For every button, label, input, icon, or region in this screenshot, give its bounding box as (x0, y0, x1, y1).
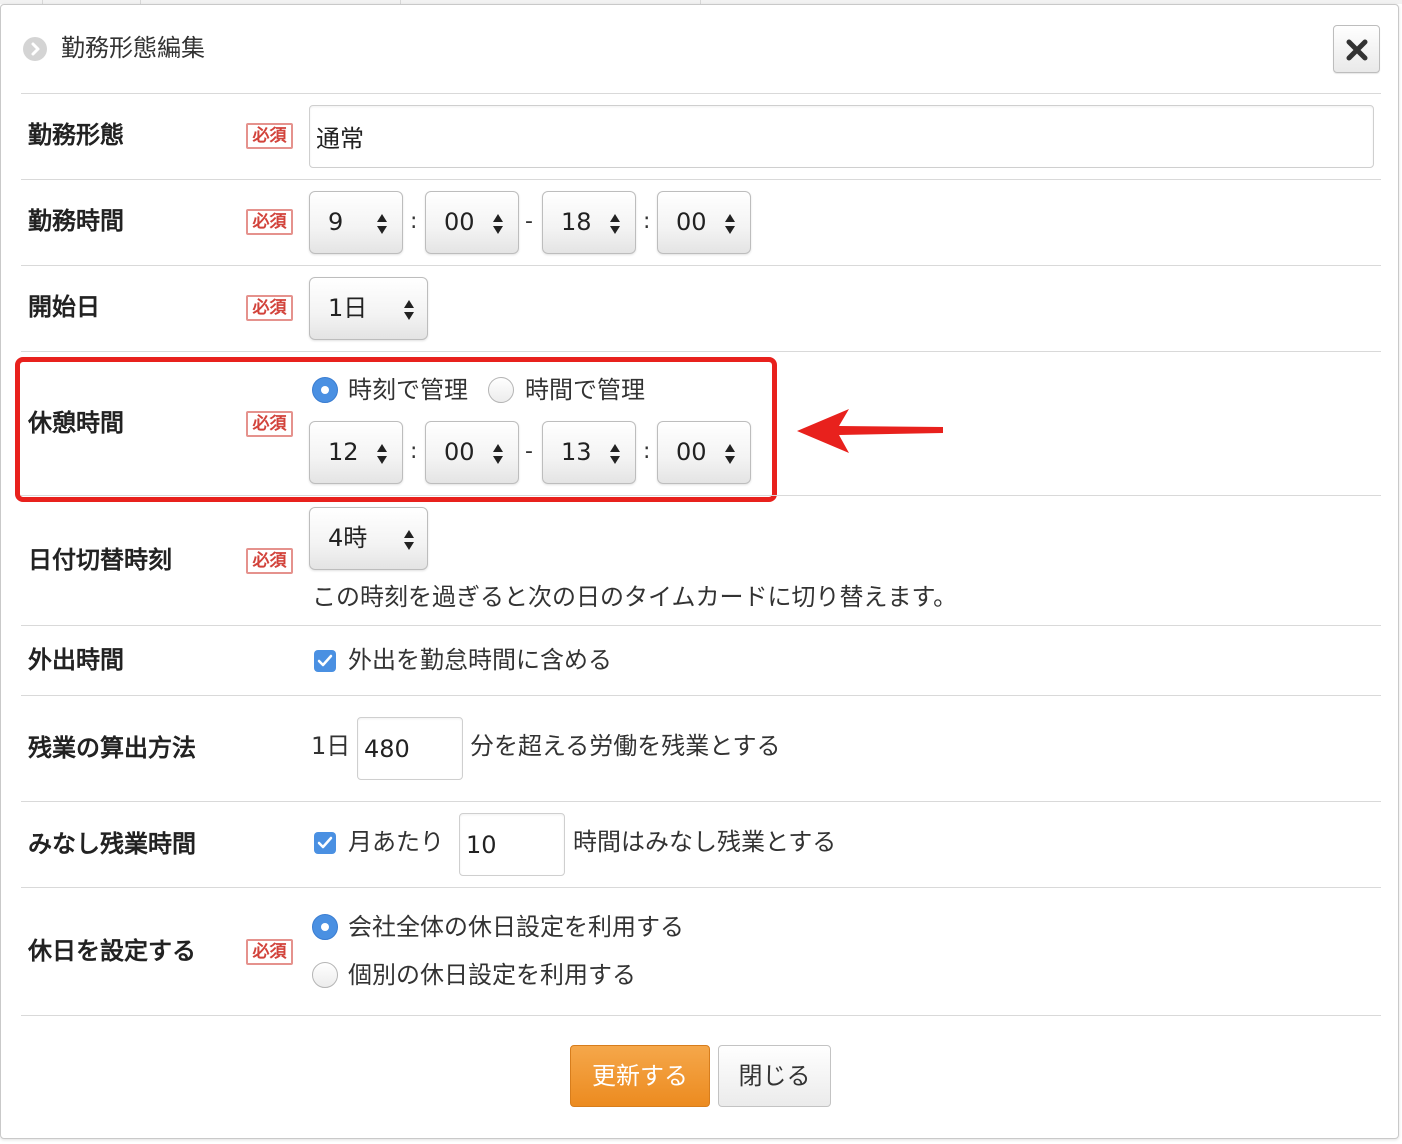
start-day-label: 開始日 (28, 293, 100, 321)
divider (21, 887, 1381, 888)
outing-label: 外出時間 (28, 646, 124, 674)
time-separator: : (643, 209, 651, 234)
select-value: 9 (328, 208, 344, 236)
holiday-individual-label: 個別の休日設定を利用する (348, 961, 636, 989)
divider (21, 1015, 1381, 1016)
date-switch-label: 日付切替時刻 (28, 546, 172, 574)
dialog-title: 勤務形態編集 (61, 34, 205, 62)
work-start-minute-select[interactable]: 00 (425, 191, 519, 254)
deemed-overtime-suffix: 時間はみなし残業とする (573, 828, 837, 856)
required-badge: 必須 (246, 209, 293, 235)
outing-checkbox[interactable] (314, 650, 336, 672)
overtime-suffix: 分を超える労働を残業とする (470, 732, 781, 760)
work-start-hour-select[interactable]: 9 (309, 191, 403, 254)
deemed-overtime-label: みなし残業時間 (28, 830, 196, 858)
select-value: 4時 (328, 524, 368, 552)
overtime-calc-label: 残業の算出方法 (28, 734, 196, 762)
close-icon (1346, 39, 1368, 61)
checkmark-icon (317, 836, 333, 849)
outing-checkbox-label: 外出を勤怠時間に含める (348, 646, 612, 674)
work-type-input[interactable] (309, 105, 1374, 168)
chevron-right-circle-icon (23, 37, 47, 61)
select-value: 18 (561, 208, 592, 236)
select-value: 00 (444, 208, 475, 236)
deemed-overtime-hours-input[interactable] (459, 813, 565, 876)
up-down-arrows-icon (377, 214, 387, 234)
time-separator: : (410, 209, 418, 234)
divider (21, 351, 1381, 352)
red-arrow-icon (797, 409, 943, 453)
deemed-overtime-checkbox-label: 月あたり (348, 828, 444, 856)
close-dialog-button[interactable]: 閉じる (718, 1045, 831, 1107)
up-down-arrows-icon (404, 300, 414, 320)
date-switch-select[interactable]: 4時 (309, 507, 428, 570)
holiday-individual-radio[interactable] (312, 962, 338, 988)
required-badge: 必須 (246, 295, 293, 321)
update-button[interactable]: 更新する (570, 1045, 710, 1107)
up-down-arrows-icon (610, 214, 620, 234)
divider (21, 265, 1381, 266)
overtime-prefix: 1日 (311, 732, 351, 760)
up-down-arrows-icon (725, 214, 735, 234)
required-badge: 必須 (246, 939, 293, 965)
required-badge: 必須 (246, 548, 293, 574)
select-value: 00 (676, 208, 707, 236)
work-end-hour-select[interactable]: 18 (542, 191, 636, 254)
dialog-header: 勤務形態編集 (1, 5, 1398, 93)
work-hours-label: 勤務時間 (28, 207, 124, 235)
required-badge: 必須 (246, 123, 293, 149)
holiday-company-label: 会社全体の休日設定を利用する (348, 913, 684, 941)
deemed-overtime-checkbox[interactable] (314, 832, 336, 854)
highlight-box (15, 357, 777, 502)
divider (21, 801, 1381, 802)
range-separator: - (525, 209, 533, 234)
divider (21, 625, 1381, 626)
up-down-arrows-icon (493, 214, 503, 234)
divider (21, 695, 1381, 696)
close-button[interactable] (1333, 25, 1380, 73)
holidays-label: 休日を設定する (28, 937, 196, 965)
date-switch-help: この時刻を過ぎると次の日のタイムカードに切り替えます。 (312, 583, 958, 611)
checkmark-icon (317, 654, 333, 667)
divider (21, 93, 1381, 94)
divider (21, 179, 1381, 180)
work-end-minute-select[interactable]: 00 (657, 191, 751, 254)
overtime-minutes-input[interactable] (357, 717, 463, 780)
work-type-label: 勤務形態 (28, 121, 124, 149)
holiday-company-radio[interactable] (312, 914, 338, 940)
edit-work-type-dialog: 勤務形態編集 勤務形態 必須 勤務時間 必須 9 : 00 - 18 : 00 … (0, 4, 1399, 1139)
select-value: 1日 (328, 294, 368, 322)
start-day-select[interactable]: 1日 (309, 277, 428, 340)
up-down-arrows-icon (404, 530, 414, 550)
divider (21, 495, 1381, 496)
